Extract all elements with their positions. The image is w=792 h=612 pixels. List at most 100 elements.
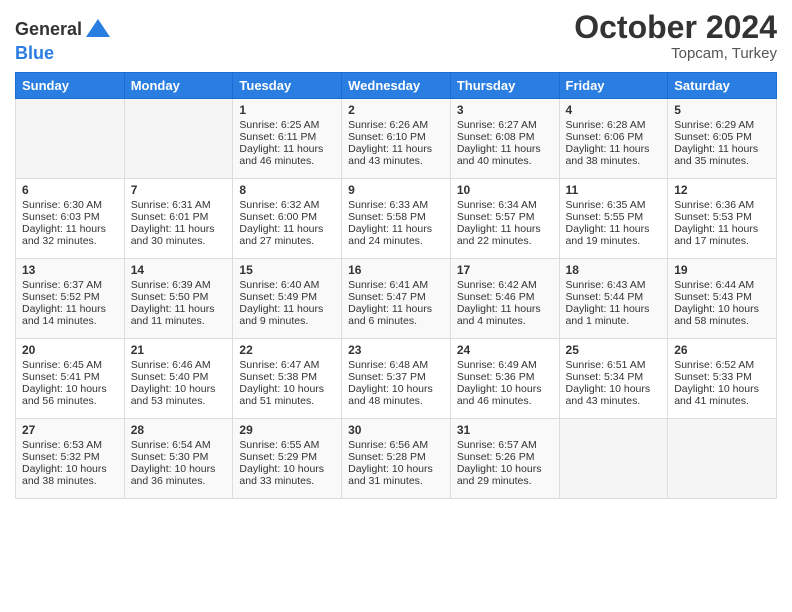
calendar-cell: 28Sunrise: 6:54 AMSunset: 5:30 PMDayligh… xyxy=(124,419,233,499)
day-info: Sunset: 5:34 PM xyxy=(566,371,662,383)
day-info: Daylight: 11 hours and 6 minutes. xyxy=(348,303,444,327)
day-number: 1 xyxy=(239,103,335,117)
day-number: 2 xyxy=(348,103,444,117)
day-number: 3 xyxy=(457,103,553,117)
day-info: Daylight: 11 hours and 4 minutes. xyxy=(457,303,553,327)
day-info: Sunset: 5:38 PM xyxy=(239,371,335,383)
calendar-cell: 27Sunrise: 6:53 AMSunset: 5:32 PMDayligh… xyxy=(16,419,125,499)
day-info: Daylight: 11 hours and 24 minutes. xyxy=(348,223,444,247)
logo: General Blue xyxy=(15,15,112,64)
calendar-header-monday: Monday xyxy=(124,73,233,99)
day-info: Sunset: 6:11 PM xyxy=(239,131,335,143)
day-info: Sunrise: 6:48 AM xyxy=(348,359,444,371)
day-info: Daylight: 10 hours and 31 minutes. xyxy=(348,463,444,487)
day-number: 8 xyxy=(239,183,335,197)
day-info: Daylight: 11 hours and 11 minutes. xyxy=(131,303,227,327)
day-number: 5 xyxy=(674,103,770,117)
day-info: Daylight: 11 hours and 1 minute. xyxy=(566,303,662,327)
day-info: Sunrise: 6:25 AM xyxy=(239,119,335,131)
day-info: Daylight: 10 hours and 43 minutes. xyxy=(566,383,662,407)
logo-text: General Blue xyxy=(15,15,112,64)
calendar-cell: 15Sunrise: 6:40 AMSunset: 5:49 PMDayligh… xyxy=(233,259,342,339)
day-info: Sunset: 5:40 PM xyxy=(131,371,227,383)
day-info: Sunrise: 6:27 AM xyxy=(457,119,553,131)
day-info: Sunrise: 6:46 AM xyxy=(131,359,227,371)
day-info: Sunrise: 6:30 AM xyxy=(22,199,118,211)
day-info: Sunrise: 6:45 AM xyxy=(22,359,118,371)
day-number: 6 xyxy=(22,183,118,197)
day-number: 10 xyxy=(457,183,553,197)
header: General Blue October 2024 Topcam, Turkey xyxy=(15,10,777,64)
day-info: Daylight: 10 hours and 46 minutes. xyxy=(457,383,553,407)
title-section: October 2024 Topcam, Turkey xyxy=(574,10,777,62)
day-info: Sunrise: 6:57 AM xyxy=(457,439,553,451)
calendar-cell: 4Sunrise: 6:28 AMSunset: 6:06 PMDaylight… xyxy=(559,99,668,179)
day-info: Daylight: 10 hours and 38 minutes. xyxy=(22,463,118,487)
calendar-header-thursday: Thursday xyxy=(450,73,559,99)
day-info: Daylight: 10 hours and 56 minutes. xyxy=(22,383,118,407)
day-number: 14 xyxy=(131,263,227,277)
day-number: 13 xyxy=(22,263,118,277)
day-number: 31 xyxy=(457,423,553,437)
calendar-week-2: 6Sunrise: 6:30 AMSunset: 6:03 PMDaylight… xyxy=(16,179,777,259)
calendar-header-sunday: Sunday xyxy=(16,73,125,99)
location: Topcam, Turkey xyxy=(574,45,777,62)
day-info: Sunrise: 6:47 AM xyxy=(239,359,335,371)
day-info: Sunset: 5:28 PM xyxy=(348,451,444,463)
day-info: Sunset: 5:44 PM xyxy=(566,291,662,303)
calendar-cell: 20 Sunrise: 6:45 AMSunset: 5:41 PMDayligh… xyxy=(16,339,125,419)
day-info: Daylight: 11 hours and 17 minutes. xyxy=(674,223,770,247)
calendar-cell: 30Sunrise: 6:56 AMSunset: 5:28 PMDayligh… xyxy=(342,419,451,499)
day-info: Sunrise: 6:34 AM xyxy=(457,199,553,211)
calendar-table: SundayMondayTuesdayWednesdayThursdayFrid… xyxy=(15,72,777,499)
day-info: Sunset: 5:26 PM xyxy=(457,451,553,463)
day-info: Sunrise: 6:41 AM xyxy=(348,279,444,291)
day-number: 12 xyxy=(674,183,770,197)
day-info: Sunset: 5:36 PM xyxy=(457,371,553,383)
day-info: Daylight: 10 hours and 51 minutes. xyxy=(239,383,335,407)
day-info: Daylight: 11 hours and 27 minutes. xyxy=(239,223,335,247)
day-number: 22 xyxy=(239,343,335,357)
day-info: Sunrise: 6:49 AM xyxy=(457,359,553,371)
calendar-cell: 9Sunrise: 6:33 AMSunset: 5:58 PMDaylight… xyxy=(342,179,451,259)
day-info: Daylight: 10 hours and 41 minutes. xyxy=(674,383,770,407)
calendar-cell: 22 Sunrise: 6:47 AMSunset: 5:38 PMDayligh… xyxy=(233,339,342,419)
calendar-cell: 1Sunrise: 6:25 AMSunset: 6:11 PMDaylight… xyxy=(233,99,342,179)
day-number: 27 xyxy=(22,423,118,437)
month-title: October 2024 xyxy=(574,10,777,45)
day-info: Daylight: 11 hours and 9 minutes. xyxy=(239,303,335,327)
day-info: Sunrise: 6:35 AM xyxy=(566,199,662,211)
day-info: Daylight: 11 hours and 22 minutes. xyxy=(457,223,553,247)
calendar-cell: 26Sunrise: 6:52 AMSunset: 5:33 PMDayligh… xyxy=(668,339,777,419)
day-info: Sunrise: 6:52 AM xyxy=(674,359,770,371)
day-info: Sunset: 5:50 PM xyxy=(131,291,227,303)
day-number: 18 xyxy=(566,263,662,277)
day-info: Sunrise: 6:31 AM xyxy=(131,199,227,211)
day-info: Sunset: 5:53 PM xyxy=(674,211,770,223)
calendar-cell: 6Sunrise: 6:30 AMSunset: 6:03 PMDaylight… xyxy=(16,179,125,259)
day-info: Sunrise: 6:32 AM xyxy=(239,199,335,211)
day-info: Sunset: 6:00 PM xyxy=(239,211,335,223)
day-info: Daylight: 10 hours and 53 minutes. xyxy=(131,383,227,407)
day-info: Sunset: 5:46 PM xyxy=(457,291,553,303)
calendar-cell: 23Sunrise: 6:48 AMSunset: 5:37 PMDayligh… xyxy=(342,339,451,419)
day-info: Daylight: 11 hours and 43 minutes. xyxy=(348,143,444,167)
calendar-header-row: SundayMondayTuesdayWednesdayThursdayFrid… xyxy=(16,73,777,99)
calendar-cell: 29Sunrise: 6:55 AMSunset: 5:29 PMDayligh… xyxy=(233,419,342,499)
day-info: Sunset: 5:55 PM xyxy=(566,211,662,223)
day-info: Sunset: 5:57 PM xyxy=(457,211,553,223)
day-info: Sunrise: 6:53 AM xyxy=(22,439,118,451)
day-number: 7 xyxy=(131,183,227,197)
day-number: 21 xyxy=(131,343,227,357)
day-number: 25 xyxy=(566,343,662,357)
day-number: 20 xyxy=(22,343,118,357)
day-info: Daylight: 10 hours and 33 minutes. xyxy=(239,463,335,487)
calendar-cell: 17Sunrise: 6:42 AMSunset: 5:46 PMDayligh… xyxy=(450,259,559,339)
day-info: Daylight: 11 hours and 35 minutes. xyxy=(674,143,770,167)
day-info: Sunrise: 6:33 AM xyxy=(348,199,444,211)
day-number: 16 xyxy=(348,263,444,277)
day-info: Sunrise: 6:44 AM xyxy=(674,279,770,291)
day-info: Daylight: 10 hours and 58 minutes. xyxy=(674,303,770,327)
day-number: 26 xyxy=(674,343,770,357)
day-info: Sunset: 5:41 PM xyxy=(22,371,118,383)
